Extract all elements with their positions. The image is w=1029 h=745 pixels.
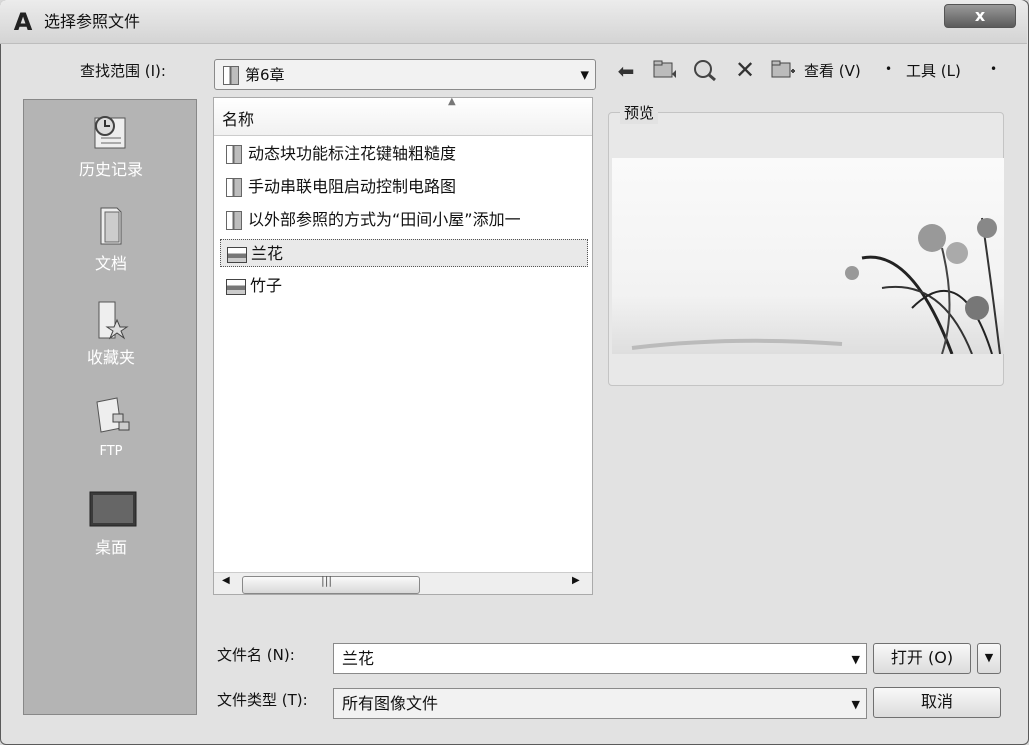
- grip-icon: |||: [321, 574, 333, 587]
- places-bar: 历史记录 文档 收藏夹 FTP 桌面: [23, 99, 197, 715]
- filename-input[interactable]: 兰花 ▼: [333, 643, 867, 674]
- place-documents-label: 文档: [94, 254, 127, 273]
- folder-icon: [226, 145, 242, 164]
- place-history[interactable]: 历史记录: [24, 110, 198, 182]
- filetype-label: 文件类型 (T):: [217, 691, 308, 709]
- open-options-dropdown-icon[interactable]: ▼: [977, 643, 1001, 674]
- list-item-selected[interactable]: 兰花: [220, 239, 588, 267]
- image-file-icon: [227, 246, 247, 263]
- column-header-name[interactable]: 名称 ▲: [214, 96, 592, 136]
- scroll-thumb[interactable]: |||: [242, 574, 420, 594]
- view-menu[interactable]: 查看 (V): [804, 60, 861, 82]
- horizontal-scrollbar[interactable]: ◀ ||| ▶: [214, 572, 592, 594]
- scroll-right-icon[interactable]: ▶: [572, 575, 580, 586]
- column-header-label: 名称: [222, 110, 255, 129]
- documents-icon: [89, 204, 133, 248]
- sort-ascending-icon: ▲: [448, 96, 456, 107]
- window-title: 选择参照文件: [44, 12, 141, 31]
- look-in-value: 第6章: [245, 66, 285, 84]
- delete-icon[interactable]: ✕: [730, 57, 760, 83]
- chevron-down-icon: ▼: [580, 68, 589, 81]
- history-icon: [89, 110, 133, 154]
- file-list: 名称 ▲ 动态块功能标注花键轴粗糙度 手动串联电阻启动控制电路图 以外部参照的方…: [213, 96, 593, 595]
- cancel-button[interactable]: 取消: [873, 687, 1001, 718]
- list-item-label: 竹子: [250, 276, 283, 295]
- search-web-icon[interactable]: [690, 58, 720, 88]
- list-item-label: 兰花: [251, 244, 284, 263]
- new-folder-icon[interactable]: [768, 58, 798, 86]
- title-bar: [0, 0, 1027, 44]
- place-desktop[interactable]: 桌面: [24, 488, 198, 560]
- filename-label: 文件名 (N):: [217, 646, 295, 664]
- list-item[interactable]: 动态块功能标注花键轴粗糙度: [226, 140, 456, 168]
- place-favorites-label: 收藏夹: [86, 348, 135, 367]
- view-menu-arrow-icon[interactable]: •: [885, 58, 892, 80]
- close-button[interactable]: x: [944, 4, 1016, 28]
- list-item-label: 手动串联电阻启动控制电路图: [248, 177, 457, 196]
- desktop-icon: [89, 488, 137, 532]
- tools-menu-arrow-icon[interactable]: •: [990, 58, 997, 80]
- autocad-logo-icon: A: [13, 8, 33, 36]
- open-button[interactable]: 打开 (O): [873, 643, 971, 674]
- preview-image: [612, 158, 1004, 355]
- folder-icon: [226, 178, 242, 197]
- up-folder-icon[interactable]: [650, 58, 680, 86]
- place-favorites[interactable]: 收藏夹: [24, 298, 198, 370]
- folder-icon: [223, 66, 239, 85]
- scroll-left-icon[interactable]: ◀: [222, 575, 230, 586]
- tools-menu[interactable]: 工具 (L): [906, 60, 961, 82]
- favorites-icon: [89, 298, 133, 342]
- place-history-label: 历史记录: [78, 160, 143, 179]
- ftp-icon: [89, 392, 133, 436]
- preview-label: 预览: [620, 102, 659, 124]
- filename-value: 兰花: [342, 649, 375, 668]
- folder-icon: [226, 211, 242, 230]
- list-item[interactable]: 竹子: [226, 272, 282, 300]
- list-item-label: 以外部参照的方式为“田间小屋”添加一: [248, 210, 521, 229]
- place-ftp-label: FTP: [99, 444, 123, 459]
- look-in-label: 查找范围 (I):: [80, 62, 166, 80]
- back-icon[interactable]: ⬅: [612, 58, 640, 84]
- place-desktop-label: 桌面: [94, 538, 127, 557]
- filetype-dropdown[interactable]: 所有图像文件 ▼: [333, 688, 867, 719]
- list-item[interactable]: 手动串联电阻启动控制电路图: [226, 173, 456, 201]
- image-file-icon: [226, 278, 246, 295]
- chevron-down-icon[interactable]: ▼: [852, 653, 860, 666]
- list-item[interactable]: 以外部参照的方式为“田间小屋”添加一: [226, 206, 521, 234]
- list-item-label: 动态块功能标注花键轴粗糙度: [248, 144, 457, 163]
- look-in-dropdown[interactable]: 第6章 ▼: [214, 59, 596, 90]
- place-documents[interactable]: 文档: [24, 204, 198, 276]
- filetype-value: 所有图像文件: [342, 694, 439, 713]
- chevron-down-icon: ▼: [851, 698, 860, 711]
- place-ftp[interactable]: FTP: [24, 392, 198, 464]
